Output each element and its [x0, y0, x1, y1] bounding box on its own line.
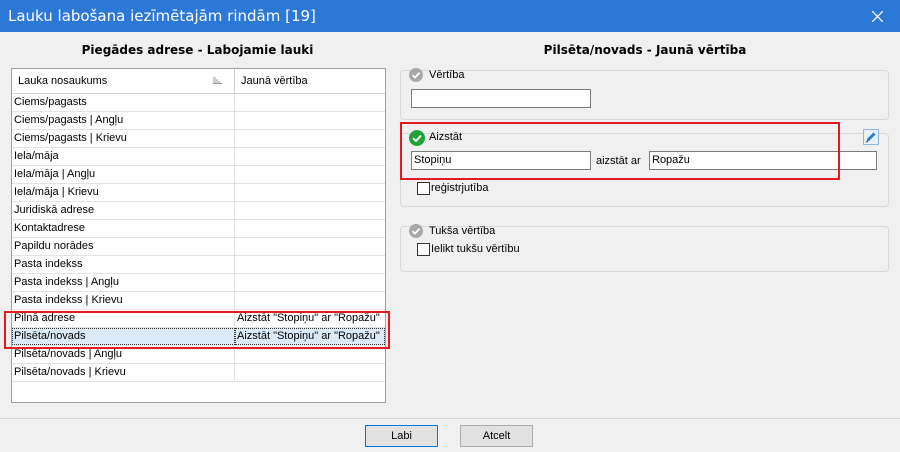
field-name-cell: Ciems/pagasts | Krievu	[12, 130, 235, 147]
field-name-cell: Ciems/pagasts | Angļu	[12, 112, 235, 129]
new-value-cell[interactable]	[235, 202, 385, 219]
new-value-cell[interactable]	[235, 256, 385, 273]
dialog-window: Lauku labošana iezīmētajām rindām [19] P…	[0, 0, 900, 452]
table-row[interactable]: Pasta indekss | Krievu	[12, 292, 385, 310]
field-name-cell: Iela/māja	[12, 148, 235, 165]
ok-button[interactable]: Labi	[365, 425, 438, 447]
table-row[interactable]: Ciems/pagasts | Angļu	[12, 112, 385, 130]
new-value-cell[interactable]	[235, 166, 385, 183]
title-bar: Lauku labošana iezīmētajām rindām [19]	[0, 0, 900, 32]
table-row[interactable]: Kontaktadrese	[12, 220, 385, 238]
new-value-cell[interactable]	[235, 130, 385, 147]
fields-grid[interactable]: Lauka nosaukums Jaunā vērtība Ciems/paga…	[11, 68, 386, 403]
column-header-new-value-label: Jaunā vērtība	[241, 75, 308, 87]
table-row[interactable]: Iela/māja | Angļu	[12, 166, 385, 184]
empty-value-group-label: Tukša vērtība	[429, 225, 496, 237]
field-name-cell: Kontaktadrese	[12, 220, 235, 237]
insert-empty-value-checkbox[interactable]	[417, 243, 430, 256]
check-circle-icon[interactable]	[409, 68, 423, 82]
new-value-cell[interactable]	[235, 112, 385, 129]
value-input[interactable]	[411, 89, 591, 108]
close-icon	[871, 10, 883, 23]
new-value-cell[interactable]	[235, 274, 385, 291]
field-name-cell: Papildu norādes	[12, 238, 235, 255]
footer-divider	[0, 418, 900, 419]
new-value-cell[interactable]	[235, 148, 385, 165]
value-group: Vērtība	[400, 68, 889, 120]
sort-icon	[213, 77, 222, 84]
field-name-cell: Iela/māja | Krievu	[12, 184, 235, 201]
table-row[interactable]: Pasta indekss | Angļu	[12, 274, 385, 292]
field-name-cell: Iela/māja | Angļu	[12, 166, 235, 183]
field-name-cell: Ciems/pagasts	[12, 94, 235, 111]
new-value-cell[interactable]	[235, 292, 385, 309]
right-panel-title: Pilsēta/novads - Jaunā vērtība	[543, 43, 747, 57]
new-value-cell[interactable]	[235, 220, 385, 237]
new-value-cell[interactable]	[235, 364, 385, 381]
close-button[interactable]	[854, 0, 900, 32]
table-row[interactable]: Pasta indekss	[12, 256, 385, 274]
table-row[interactable]: Iela/māja | Krievu	[12, 184, 385, 202]
table-row[interactable]: Ciems/pagasts	[12, 94, 385, 112]
new-value-cell[interactable]	[235, 184, 385, 201]
table-row[interactable]: Papildu norādes	[12, 238, 385, 256]
table-row[interactable]: Iela/māja	[12, 148, 385, 166]
column-header-field-name-label: Lauka nosaukums	[18, 75, 108, 87]
table-row[interactable]: Ciems/pagasts | Krievu	[12, 130, 385, 148]
new-value-cell[interactable]	[235, 94, 385, 111]
case-sensitive-checkbox[interactable]	[417, 182, 430, 195]
table-row[interactable]: Juridiskā adrese	[12, 202, 385, 220]
column-header-field-name[interactable]: Lauka nosaukums	[12, 69, 235, 93]
highlight-box-replace	[400, 122, 840, 180]
window-title: Lauku labošana iezīmētajām rindām [19]	[8, 7, 316, 25]
table-row[interactable]: Pilsēta/novads | Krievu	[12, 364, 385, 382]
empty-value-group: Tukša vērtība Ielikt tukšu vērtību	[400, 224, 889, 272]
cancel-button[interactable]: Atcelt	[460, 425, 533, 447]
check-circle-icon[interactable]	[409, 224, 423, 238]
highlight-box-rows	[4, 311, 390, 349]
field-name-cell: Pasta indekss | Krievu	[12, 292, 235, 309]
insert-empty-value-label: Ielikt tukšu vērtību	[431, 243, 520, 255]
field-name-cell: Pilsēta/novads | Krievu	[12, 364, 235, 381]
field-name-cell: Pasta indekss	[12, 256, 235, 273]
grid-header: Lauka nosaukums Jaunā vērtība	[12, 69, 385, 94]
column-header-new-value[interactable]: Jaunā vērtība	[235, 69, 385, 93]
case-sensitive-label: reģistrjutība	[431, 182, 489, 194]
field-name-cell: Pasta indekss | Angļu	[12, 274, 235, 291]
left-panel-title: Piegādes adrese - Labojamie lauki	[81, 43, 314, 57]
new-value-cell[interactable]	[235, 238, 385, 255]
value-group-label: Vērtība	[429, 69, 465, 81]
field-name-cell: Juridiskā adrese	[12, 202, 235, 219]
pencil-icon[interactable]	[863, 129, 879, 145]
